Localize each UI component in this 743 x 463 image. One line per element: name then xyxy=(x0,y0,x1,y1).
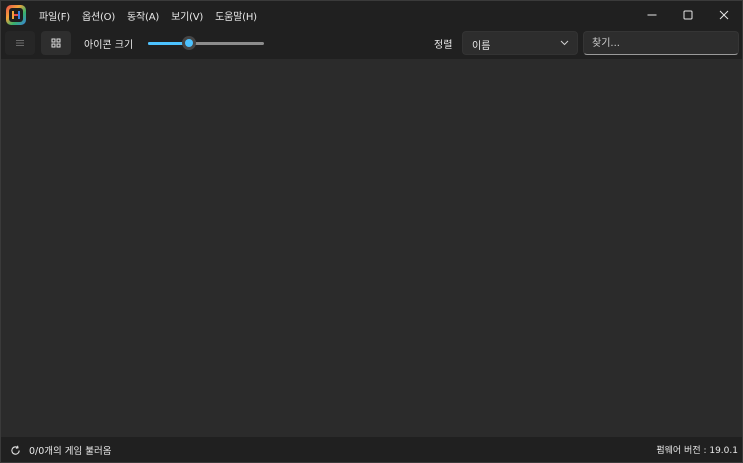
refresh-icon xyxy=(10,445,20,455)
menu-actions[interactable]: 동작(A) xyxy=(127,8,166,23)
refresh-button[interactable] xyxy=(6,441,24,459)
list-view-icon xyxy=(16,40,24,46)
firmware-version: 펌웨어 버전 : 19.0.1 xyxy=(656,446,738,456)
minimize-button[interactable] xyxy=(634,1,670,29)
menu-view[interactable]: 보기(V) xyxy=(171,8,210,23)
games-loaded-status: 0/0개의 게임 불러옴 xyxy=(29,446,112,457)
game-list-area[interactable] xyxy=(1,59,742,437)
icon-size-slider[interactable] xyxy=(148,35,264,51)
maximize-icon xyxy=(683,10,693,20)
search-input[interactable] xyxy=(584,32,738,54)
search-box[interactable] xyxy=(583,31,739,55)
icon-size-label: 아이콘 크기 xyxy=(84,40,134,51)
chevron-down-icon xyxy=(560,40,569,46)
menu-options[interactable]: 옵션(O) xyxy=(82,8,122,23)
close-button[interactable] xyxy=(706,1,742,29)
toolbar: 아이콘 크기 정렬 이름 xyxy=(1,29,742,59)
grid-view-button[interactable] xyxy=(41,31,71,55)
main-window: 파일(F) 옵션(O) 동작(A) 보기(V) 도움말(H) 아이콘 크기 정렬… xyxy=(0,0,743,463)
slider-thumb[interactable] xyxy=(182,36,196,50)
menu-bar: 파일(F) 옵션(O) 동작(A) 보기(V) 도움말(H) xyxy=(39,1,269,29)
app-logo-icon xyxy=(6,5,26,25)
status-bar: 0/0개의 게임 불러옴 펌웨어 버전 : 19.0.1 xyxy=(1,437,742,462)
close-icon xyxy=(719,10,729,20)
minimize-icon xyxy=(647,14,657,16)
sort-value: 이름 xyxy=(472,41,491,52)
menu-file[interactable]: 파일(F) xyxy=(39,8,77,23)
menu-help[interactable]: 도움말(H) xyxy=(215,8,264,23)
title-bar: 파일(F) 옵션(O) 동작(A) 보기(V) 도움말(H) xyxy=(1,1,742,29)
list-view-button[interactable] xyxy=(5,31,35,55)
window-controls xyxy=(634,1,742,29)
maximize-button[interactable] xyxy=(670,1,706,29)
sort-dropdown[interactable]: 이름 xyxy=(462,31,578,55)
sort-label: 정렬 xyxy=(434,40,453,51)
grid-view-icon xyxy=(51,38,61,48)
